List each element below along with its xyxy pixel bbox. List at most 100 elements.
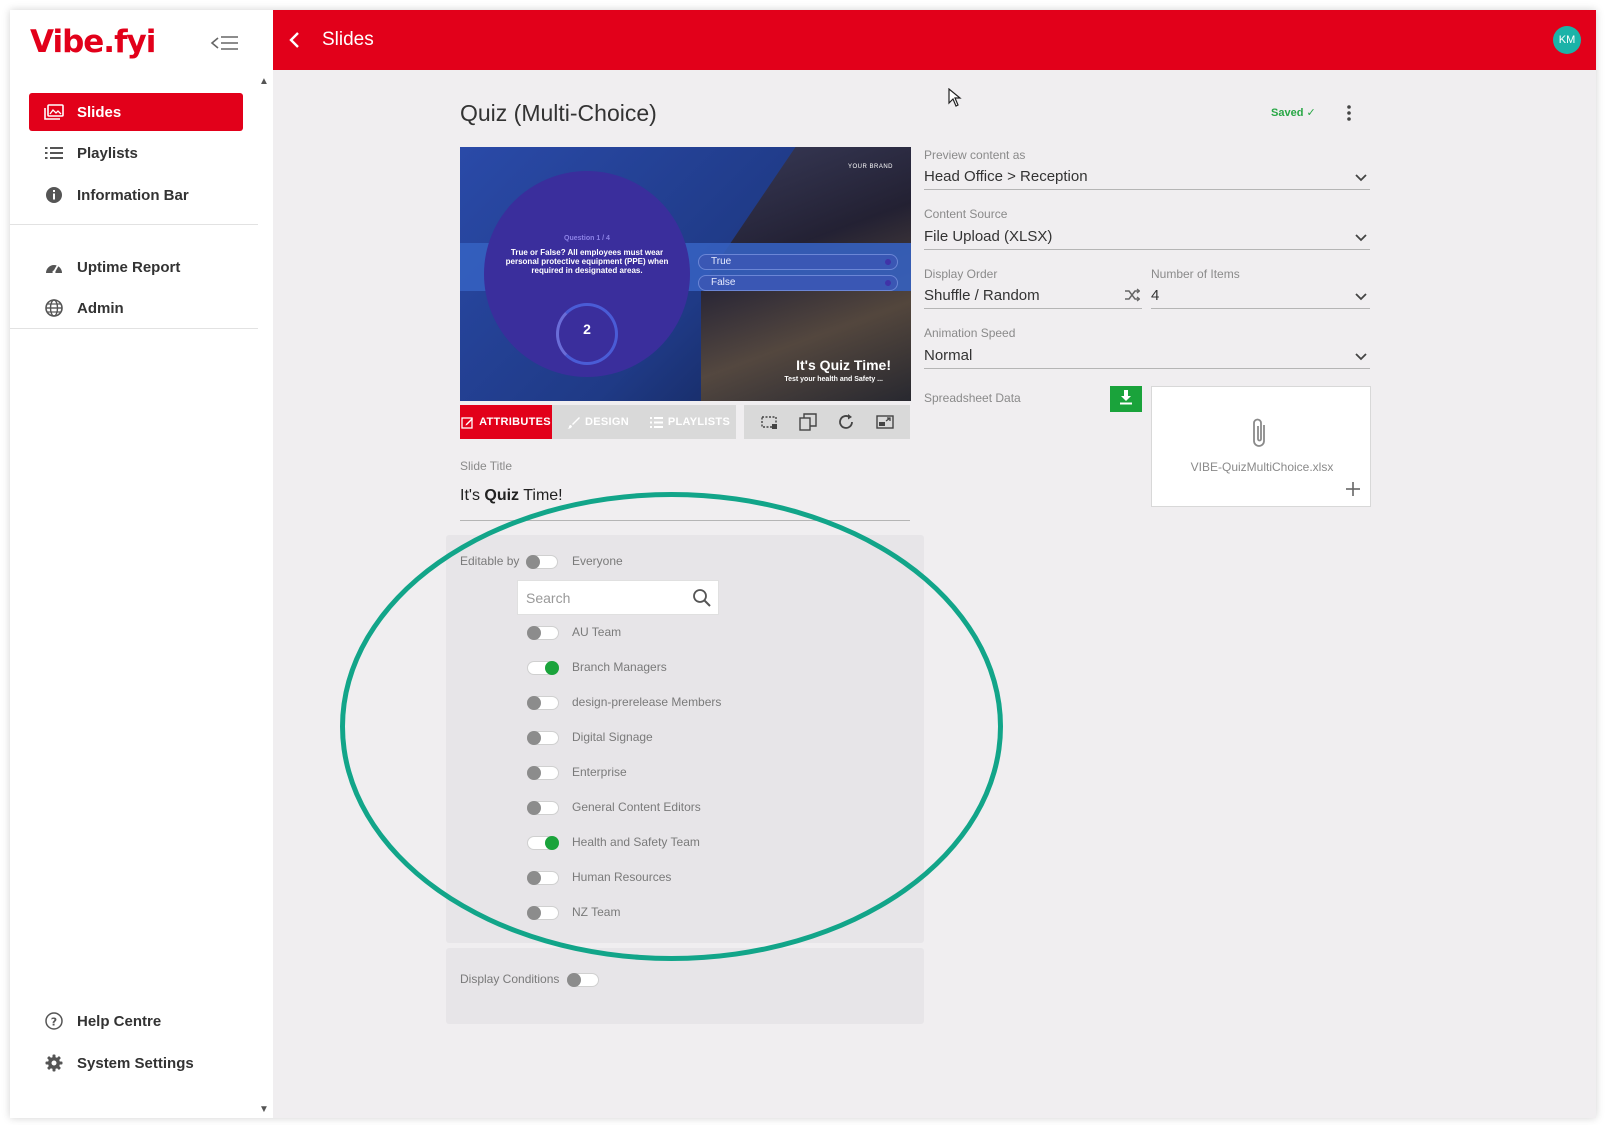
display-order-select[interactable]: Shuffle / Random: [924, 283, 1142, 309]
fullscreen-icon[interactable]: [874, 411, 896, 433]
refresh-icon[interactable]: [835, 411, 857, 433]
toggle-knob: [527, 626, 541, 640]
sidebar-divider: [10, 328, 258, 329]
check-icon: ✓: [1306, 107, 1316, 119]
gauge-icon: [43, 257, 65, 277]
search-placeholder: Search: [526, 589, 571, 606]
sidebar-item-system-settings[interactable]: System Settings: [29, 1044, 243, 1082]
toggle-knob: [527, 906, 541, 920]
group-label: design-prerelease Members: [572, 695, 722, 709]
preview-subtitle: Test your health and Safety ...: [784, 376, 883, 383]
sidebar: Vibe.fyi ▲ Slides Playlists Information …: [10, 10, 273, 1118]
display-conditions-panel: [446, 948, 924, 1024]
user-avatar[interactable]: KM: [1553, 26, 1581, 54]
tab-playlists[interactable]: PLAYLISTS: [644, 405, 736, 439]
toggle-knob: [545, 661, 559, 675]
group-label: Enterprise: [572, 765, 627, 779]
app-window: Vibe.fyi ▲ Slides Playlists Information …: [10, 10, 1596, 1118]
file-upload-box[interactable]: VIBE-QuizMultiChoice.xlsx: [1151, 386, 1371, 507]
group-label: General Content Editors: [572, 800, 701, 814]
everyone-label: Everyone: [572, 554, 623, 568]
sidebar-item-uptime-report[interactable]: Uptime Report: [29, 248, 243, 286]
collapse-sidebar-icon[interactable]: [210, 32, 244, 54]
group-toggle[interactable]: [527, 871, 559, 885]
group-toggle[interactable]: [527, 626, 559, 640]
paperclip-icon: [1250, 417, 1270, 454]
tab-attributes[interactable]: ATTRIBUTES: [460, 405, 552, 439]
tab-label: DESIGN: [585, 416, 629, 428]
vibe-logo: Vibe.fyi: [30, 24, 156, 60]
group-label: AU Team: [572, 625, 622, 639]
tab-label: PLAYLISTS: [667, 416, 731, 428]
chevron-down-icon: [1354, 349, 1368, 366]
group-toggle[interactable]: [527, 801, 559, 815]
layers-icon[interactable]: [797, 411, 819, 433]
tab-design[interactable]: DESIGN: [552, 405, 644, 439]
group-label: Digital Signage: [572, 730, 653, 744]
display-order-label: Display Order: [924, 267, 998, 281]
slide-title-label: Slide Title: [460, 459, 513, 473]
search-icon: [692, 588, 712, 611]
group-toggle[interactable]: [527, 836, 559, 850]
content-source-select[interactable]: File Upload (XLSX): [924, 224, 1370, 250]
sidebar-item-admin[interactable]: Admin: [29, 289, 243, 327]
group-toggle[interactable]: [527, 766, 559, 780]
editable-by-label: Editable by: [460, 554, 520, 568]
brush-icon: [567, 416, 580, 429]
more-options-icon[interactable]: [1342, 102, 1356, 124]
display-conditions-label: Display Conditions: [460, 972, 560, 986]
toggle-knob: [527, 801, 541, 815]
everyone-toggle[interactable]: [526, 555, 558, 569]
list-icon: [649, 416, 663, 428]
sidebar-item-label: Admin: [77, 299, 124, 317]
slide-title-field[interactable]: It's Quiz Time!: [460, 485, 910, 521]
preview-as-select[interactable]: Head Office > Reception: [924, 164, 1370, 190]
preview-answer-true: True: [698, 254, 898, 270]
scroll-down-arrow-icon[interactable]: ▼: [259, 1104, 269, 1115]
scroll-up-arrow-icon[interactable]: ▲: [259, 76, 269, 87]
animation-speed-select[interactable]: Normal: [924, 343, 1370, 369]
chevron-down-icon: [1354, 230, 1368, 247]
saved-label: Saved: [1271, 107, 1304, 119]
slide-title-bold: Quiz: [484, 487, 520, 504]
display-order-value: Shuffle / Random: [924, 287, 1040, 304]
group-toggle[interactable]: [527, 661, 559, 675]
sidebar-item-slides[interactable]: Slides: [29, 93, 243, 131]
edit-icon: [461, 416, 474, 429]
mouse-cursor-icon: [948, 87, 962, 113]
download-button[interactable]: [1110, 386, 1142, 412]
radio-dot-icon: [885, 280, 891, 286]
content-source-value: File Upload (XLSX): [924, 228, 1053, 245]
sidebar-item-label: Slides: [77, 103, 122, 121]
toggle-knob: [527, 696, 541, 710]
preview-answer-label: False: [711, 277, 736, 288]
add-file-icon[interactable]: [1344, 480, 1362, 503]
preview-toolbar: [744, 405, 910, 439]
chevron-down-icon: [1354, 289, 1368, 306]
slide-title-post: Time!: [519, 487, 563, 504]
sidebar-item-help-centre[interactable]: ? Help Centre: [29, 1002, 243, 1040]
group-label: NZ Team: [572, 905, 621, 919]
number-items-select[interactable]: 4: [1151, 283, 1370, 309]
spreadsheet-label: Spreadsheet Data: [924, 391, 1021, 405]
radio-dot-icon: [885, 259, 891, 265]
display-conditions-toggle[interactable]: [567, 973, 599, 987]
svg-text:?: ?: [51, 1016, 57, 1029]
back-arrow-icon[interactable]: [283, 27, 307, 53]
group-search-input[interactable]: Search: [517, 580, 719, 615]
toggle-knob: [545, 836, 559, 850]
sidebar-item-label: Playlists: [77, 144, 138, 162]
sidebar-item-playlists[interactable]: Playlists: [29, 134, 243, 172]
sidebar-item-label: System Settings: [77, 1054, 194, 1072]
group-toggle[interactable]: [527, 731, 559, 745]
gear-icon: [43, 1053, 65, 1073]
crop-icon[interactable]: [758, 411, 780, 433]
sidebar-item-label: Uptime Report: [77, 258, 181, 276]
group-toggle[interactable]: [527, 906, 559, 920]
toggle-knob: [527, 871, 541, 885]
slide-preview[interactable]: Question 1 / 4 True or False? All employ…: [460, 147, 911, 401]
chevron-down-icon: [1354, 170, 1368, 187]
group-toggle[interactable]: [527, 696, 559, 710]
animation-speed-label: Animation Speed: [924, 326, 1016, 340]
sidebar-item-information-bar[interactable]: Information Bar: [29, 176, 243, 214]
